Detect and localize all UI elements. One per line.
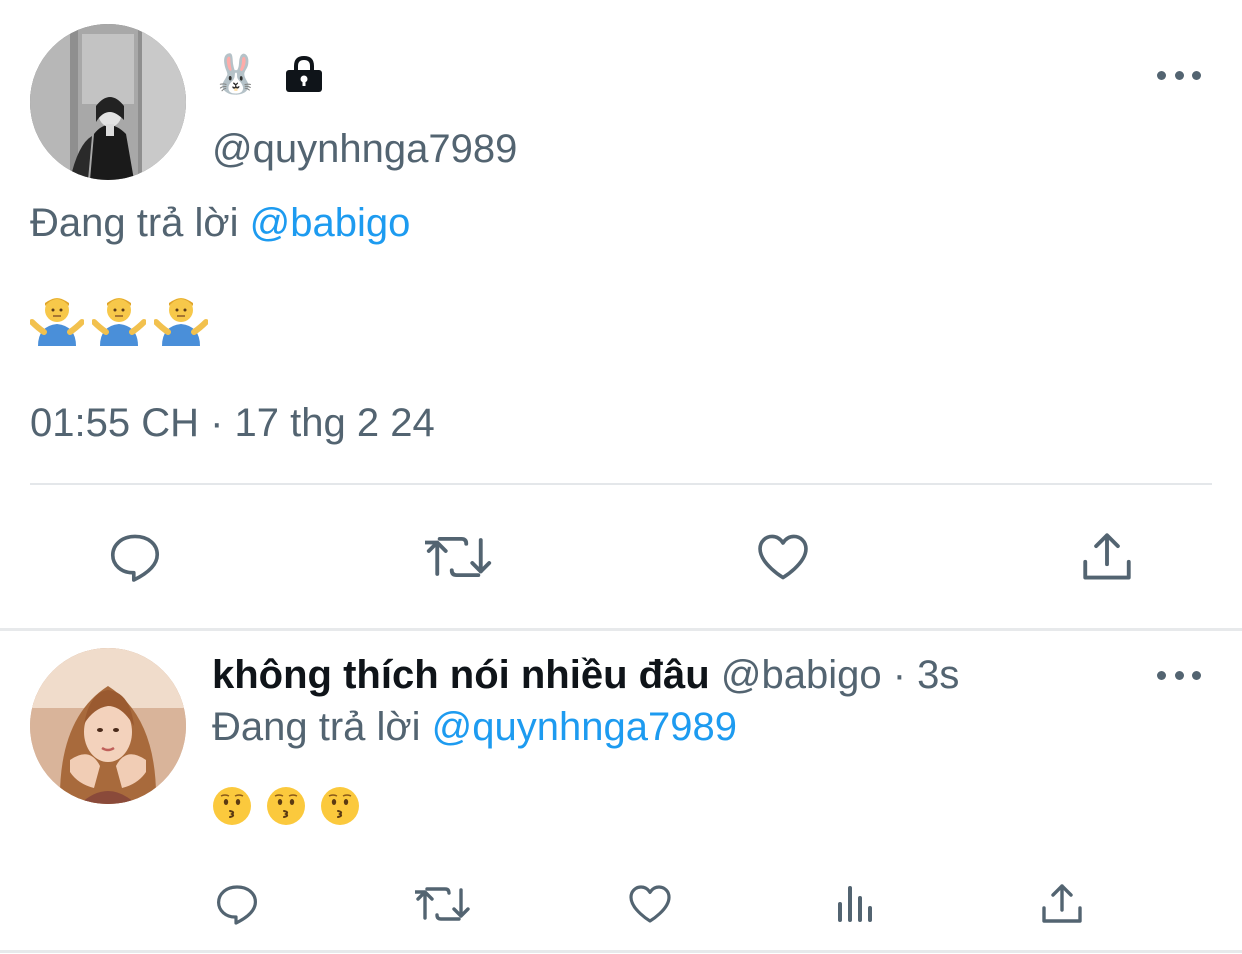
dot <box>1174 70 1184 80</box>
reply-icon <box>110 534 160 582</box>
reply-header: không thích nói nhiều đâu @babigo · 3s <box>212 652 959 698</box>
reply-handle[interactable]: @babigo <box>721 653 882 697</box>
avatar-photo <box>30 24 186 180</box>
man-shrugging-emoji <box>92 298 146 346</box>
kissing-face-emoji <box>267 787 305 825</box>
dot <box>1192 70 1201 80</box>
reply-avatar[interactable] <box>30 648 186 804</box>
analytics-button[interactable] <box>832 880 880 928</box>
share-icon <box>1083 533 1131 580</box>
reply-display-name[interactable]: không thích nói nhiều đâu <box>212 653 710 697</box>
reply-time[interactable]: 3s <box>917 653 959 697</box>
author-name-row: 🐰 <box>212 50 325 98</box>
tweet-timestamp[interactable]: 01:55 CH · 17 thg 2 24 <box>30 400 435 446</box>
replying-to-label: Đang trả lời <box>212 705 421 749</box>
like-button[interactable] <box>753 528 813 586</box>
avatar[interactable] <box>30 24 186 180</box>
man-shrugging-emoji <box>30 298 84 346</box>
display-name-emoji: 🐰 <box>212 52 260 96</box>
tweet-detail-page: 🐰 @quynhnga7989 Đang trả lời @babigo 01:… <box>0 0 1242 954</box>
man-shrugging-emoji <box>154 298 208 346</box>
tweet-text <box>30 292 208 346</box>
replying-to-line: Đang trả lời @quynhnga7989 <box>212 704 737 750</box>
reply-button[interactable] <box>213 880 261 928</box>
share-icon <box>1042 884 1082 923</box>
analytics-icon <box>838 886 872 922</box>
share-button[interactable] <box>1038 880 1086 928</box>
avatar-photo <box>30 648 186 804</box>
share-button[interactable] <box>1078 528 1136 586</box>
retweet-button[interactable] <box>425 528 493 586</box>
replying-to-mention[interactable]: @babigo <box>250 201 411 245</box>
lock-icon <box>286 55 323 92</box>
like-icon <box>758 534 808 580</box>
more-options-icon[interactable] <box>1157 65 1201 85</box>
kissing-face-emoji <box>213 787 251 825</box>
retweet-icon <box>425 536 492 578</box>
retweet-icon <box>415 887 470 921</box>
divider <box>0 950 1242 953</box>
reply-button[interactable] <box>106 528 164 586</box>
more-options-icon[interactable] <box>1157 665 1201 685</box>
kissing-face-emoji <box>321 787 359 825</box>
author-handle[interactable]: @quynhnga7989 <box>212 126 517 172</box>
like-icon <box>629 885 671 923</box>
replying-to-label: Đang trả lời <box>30 201 239 245</box>
dot <box>1174 670 1184 680</box>
reply-text <box>212 786 360 826</box>
replying-to-line: Đang trả lời @babigo <box>30 200 410 246</box>
divider <box>0 628 1242 631</box>
replying-to-mention[interactable]: @quynhnga7989 <box>432 705 737 749</box>
like-button[interactable] <box>625 880 675 928</box>
reply-icon <box>217 885 257 925</box>
dot <box>1192 670 1201 680</box>
dot <box>1157 70 1166 80</box>
divider <box>30 483 1212 485</box>
separator: · <box>892 653 907 697</box>
dot <box>1157 670 1166 680</box>
retweet-button[interactable] <box>415 880 471 928</box>
